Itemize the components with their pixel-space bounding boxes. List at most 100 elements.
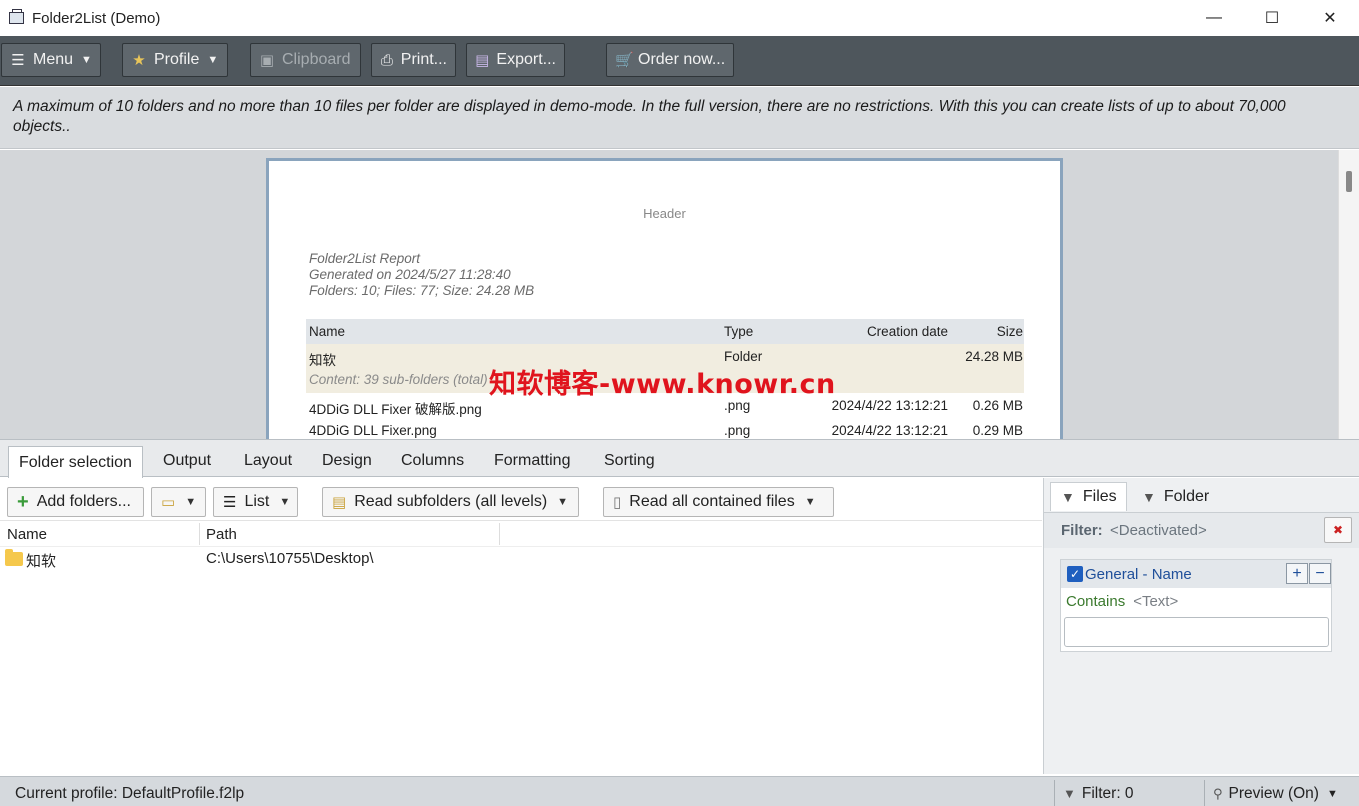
tab-files-label: Files bbox=[1082, 488, 1117, 505]
report-title: Folder2List Report bbox=[309, 251, 421, 266]
chevron-down-icon: ▼ bbox=[207, 54, 219, 66]
clipboard-button[interactable]: ▣ Clipboard bbox=[250, 43, 361, 77]
view-mode-dropdown[interactable]: ☰ List ▼ bbox=[213, 487, 298, 517]
folder-selection-toolbar: + Add folders... ▭ ▼ ☰ List ▼ ▤ Read sub… bbox=[0, 478, 1042, 521]
current-profile: Current profile: DefaultProfile.f2lp bbox=[15, 785, 245, 802]
magnifier-icon: ⚲ bbox=[1213, 785, 1223, 801]
rule-enabled-checkbox[interactable]: ✓ bbox=[1067, 566, 1083, 582]
chevron-down-icon: ▼ bbox=[1326, 787, 1338, 800]
tab-folder-selection[interactable]: Folder selection bbox=[8, 446, 143, 478]
clipboard-icon: ▣ bbox=[259, 52, 275, 69]
filter-value: <Deactivated> bbox=[1110, 522, 1207, 539]
rule-operator[interactable]: Contains bbox=[1066, 593, 1125, 610]
close-button[interactable]: ✕ bbox=[1301, 0, 1359, 36]
add-rule-button[interactable]: + bbox=[1286, 563, 1308, 584]
chevron-down-icon: ▼ bbox=[557, 496, 569, 508]
report-generated: Generated on 2024/5/27 11:28:40 bbox=[309, 267, 511, 282]
subfolders-dropdown[interactable]: ▤ Read subfolders (all levels) ▼ bbox=[322, 487, 579, 517]
export-button[interactable]: ▤ Export... bbox=[466, 43, 565, 77]
chevron-down-icon: ▼ bbox=[81, 54, 92, 66]
filter-label: Filter: bbox=[1061, 522, 1103, 539]
folder-list: Name Path 知软 C:\Users\10755\Desktop\ bbox=[0, 521, 1042, 774]
tab-output[interactable]: Output bbox=[163, 452, 211, 470]
col-size: Size bbox=[996, 324, 1023, 339]
filter-rule: ✓ General - Name + − Contains <Text> bbox=[1060, 559, 1332, 652]
chevron-down-icon: ▼ bbox=[804, 496, 816, 508]
profile-button-label: Profile bbox=[154, 51, 200, 68]
funnel-icon: ▼ bbox=[1142, 488, 1156, 505]
status-preview-label: Preview (On) bbox=[1228, 784, 1319, 802]
demo-info-message: A maximum of 10 folders and no more than… bbox=[0, 87, 1359, 149]
folder-path: C:\Users\10755\Desktop\ bbox=[206, 550, 374, 567]
chevron-down-icon: ▼ bbox=[185, 496, 197, 508]
cart-icon: 🛒 bbox=[615, 52, 634, 69]
status-filter-label: Filter: 0 bbox=[1081, 784, 1134, 802]
tab-files[interactable]: ▼ Files bbox=[1050, 482, 1127, 511]
rule-field[interactable]: General - Name bbox=[1085, 566, 1192, 583]
clear-filter-icon: ✖ bbox=[1332, 523, 1344, 537]
funnel-icon: ▼ bbox=[1063, 786, 1076, 801]
subfolders-label: Read subfolders (all levels) bbox=[354, 493, 548, 510]
add-folders-button[interactable]: + Add folders... bbox=[7, 487, 144, 517]
report-table-row: 4DDiG DLL Fixer.png .png 2024/4/22 13:12… bbox=[309, 423, 1023, 438]
folder-options-dropdown[interactable]: ▭ ▼ bbox=[151, 487, 206, 517]
files-icon: ▯ bbox=[613, 494, 622, 511]
plus-icon: + bbox=[17, 490, 29, 513]
printer-icon: ⎙ bbox=[380, 51, 393, 69]
settings-tabs: Folder selection Output Layout Design Co… bbox=[0, 439, 1359, 478]
filter-rule-header: ✓ General - Name + − bbox=[1061, 560, 1331, 588]
minimize-button[interactable]: — bbox=[1185, 0, 1243, 36]
remove-rule-button[interactable]: − bbox=[1309, 563, 1331, 584]
menu-button[interactable]: ☰ Menu ▼ bbox=[1, 43, 101, 77]
col-name: Name bbox=[309, 324, 346, 339]
folder-name: 知软 bbox=[26, 553, 57, 570]
col-name-header[interactable]: Name bbox=[7, 526, 47, 543]
print-button[interactable]: ⎙ Print... bbox=[371, 43, 456, 77]
report-table-header: Name Type Creation date Size bbox=[306, 319, 1024, 344]
view-mode-label: List bbox=[244, 493, 270, 510]
tab-design[interactable]: Design bbox=[322, 452, 372, 470]
list-item[interactable]: 知软 C:\Users\10755\Desktop\ bbox=[0, 547, 1042, 572]
order-now-button[interactable]: 🛒 Order now... bbox=[606, 43, 734, 77]
col-created: Creation date bbox=[866, 324, 948, 339]
funnel-icon: ▼ bbox=[1061, 489, 1075, 505]
col-path-header[interactable]: Path bbox=[206, 526, 237, 543]
folder-list-header: Name Path bbox=[0, 521, 1042, 547]
files-label: Read all contained files bbox=[629, 493, 795, 510]
rule-text-input[interactable] bbox=[1064, 617, 1329, 647]
clear-filter-button[interactable]: ✖ bbox=[1324, 517, 1352, 543]
watermark: 知软博客-www.knowr.cn bbox=[489, 369, 836, 400]
files-dropdown[interactable]: ▯ Read all contained files ▼ bbox=[603, 487, 834, 517]
tab-sorting[interactable]: Sorting bbox=[604, 452, 655, 470]
tab-formatting[interactable]: Formatting bbox=[494, 452, 570, 470]
tab-folder[interactable]: ▼ Folder bbox=[1132, 482, 1219, 511]
preview-scrollbar[interactable] bbox=[1338, 150, 1359, 439]
rule-condition: Contains <Text> bbox=[1066, 593, 1178, 610]
status-filter[interactable]: ▼ Filter: 0 bbox=[1054, 780, 1202, 806]
tab-columns[interactable]: Columns bbox=[401, 452, 464, 470]
col-type: Type bbox=[724, 324, 754, 339]
print-button-label: Print... bbox=[400, 51, 447, 68]
window-title: Folder2List (Demo) bbox=[32, 9, 161, 27]
save-disk-icon: ▤ bbox=[475, 52, 490, 69]
tab-layout[interactable]: Layout bbox=[244, 452, 292, 470]
main-toolbar: ☰ Menu ▼ ★ Profile ▼ ▣ Clipboard ⎙ Print… bbox=[0, 36, 1359, 86]
star-icon: ★ bbox=[132, 52, 146, 69]
maximize-button[interactable]: ☐ bbox=[1243, 0, 1301, 36]
clipboard-button-label: Clipboard bbox=[282, 51, 351, 68]
folder-icon bbox=[5, 549, 23, 566]
report-stats: Folders: 10; Files: 77; Size: 24.28 MB bbox=[309, 283, 535, 298]
status-bar: Current profile: DefaultProfile.f2lp ▼ F… bbox=[0, 776, 1359, 806]
folder-add-icon: ▭ bbox=[161, 494, 176, 511]
filter-status: Filter: <Deactivated> ✖ bbox=[1044, 512, 1359, 548]
export-button-label: Export... bbox=[496, 51, 556, 68]
profile-button[interactable]: ★ Profile ▼ bbox=[122, 43, 228, 77]
scrollbar-thumb[interactable] bbox=[1346, 171, 1352, 192]
order-now-button-label: Order now... bbox=[638, 51, 726, 68]
filter-panel: ▼ Files ▼ Folder Filter: <Deactivated> ✖… bbox=[1043, 478, 1359, 774]
list-icon: ☰ bbox=[223, 494, 237, 511]
app-icon bbox=[8, 9, 26, 27]
chevron-down-icon: ▼ bbox=[279, 496, 291, 508]
report-preview: Header Folder2List Report Generated on 2… bbox=[0, 150, 1359, 439]
status-preview-toggle[interactable]: ⚲ Preview (On) ▼ bbox=[1204, 780, 1359, 806]
